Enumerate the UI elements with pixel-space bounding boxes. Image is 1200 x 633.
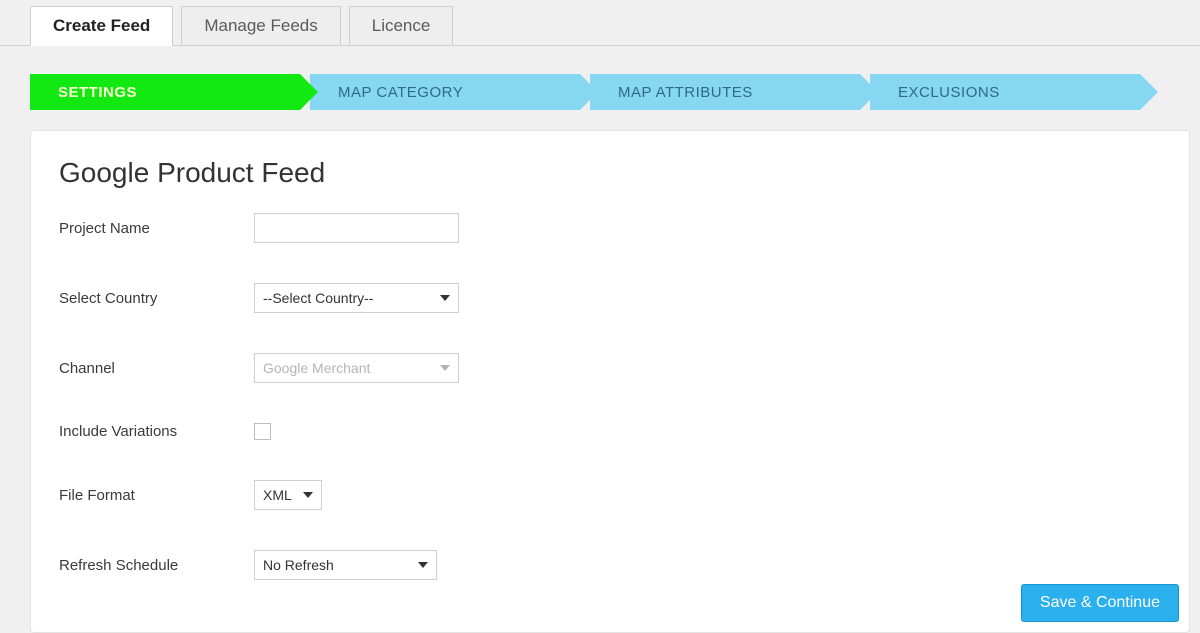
step-exclusions[interactable]: EXCLUSIONS (870, 74, 1140, 110)
select-country-dropdown[interactable]: --Select Country-- (254, 283, 459, 313)
step-settings[interactable]: SETTINGS (30, 74, 300, 110)
chevron-down-icon (440, 365, 450, 371)
label-include-variations: Include Variations (59, 423, 254, 440)
tab-licence[interactable]: Licence (349, 6, 454, 45)
chevron-down-icon (303, 492, 313, 498)
row-channel: Channel Google Merchant (59, 353, 1161, 383)
tab-manage-feeds[interactable]: Manage Feeds (181, 6, 340, 45)
chevron-down-icon (418, 562, 428, 568)
panel-title: Google Product Feed (59, 157, 1161, 189)
save-continue-button[interactable]: Save & Continue (1021, 584, 1179, 622)
row-refresh-schedule: Refresh Schedule No Refresh (59, 550, 1161, 580)
step-map-attributes[interactable]: MAP ATTRIBUTES (590, 74, 860, 110)
top-tabs: Create Feed Manage Feeds Licence (0, 0, 1200, 46)
label-refresh-schedule: Refresh Schedule (59, 557, 254, 574)
project-name-input[interactable] (254, 213, 459, 243)
row-select-country: Select Country --Select Country-- (59, 283, 1161, 313)
row-include-variations: Include Variations (59, 423, 1161, 440)
chevron-down-icon (440, 295, 450, 301)
include-variations-checkbox[interactable] (254, 423, 271, 440)
refresh-schedule-dropdown[interactable]: No Refresh (254, 550, 437, 580)
row-project-name: Project Name (59, 213, 1161, 243)
channel-dropdown: Google Merchant (254, 353, 459, 383)
step-map-category[interactable]: MAP CATEGORY (310, 74, 580, 110)
channel-value: Google Merchant (263, 360, 370, 376)
file-format-value: XML (263, 487, 292, 503)
settings-panel: Google Product Feed Project Name Select … (30, 130, 1190, 633)
refresh-schedule-value: No Refresh (263, 557, 334, 573)
tab-create-feed[interactable]: Create Feed (30, 6, 173, 46)
label-project-name: Project Name (59, 220, 254, 237)
label-channel: Channel (59, 360, 254, 377)
file-format-dropdown[interactable]: XML (254, 480, 322, 510)
select-country-value: --Select Country-- (263, 290, 373, 306)
step-breadcrumb: SETTINGS MAP CATEGORY MAP ATTRIBUTES EXC… (30, 74, 1200, 110)
row-file-format: File Format XML (59, 480, 1161, 510)
label-file-format: File Format (59, 487, 254, 504)
label-select-country: Select Country (59, 290, 254, 307)
